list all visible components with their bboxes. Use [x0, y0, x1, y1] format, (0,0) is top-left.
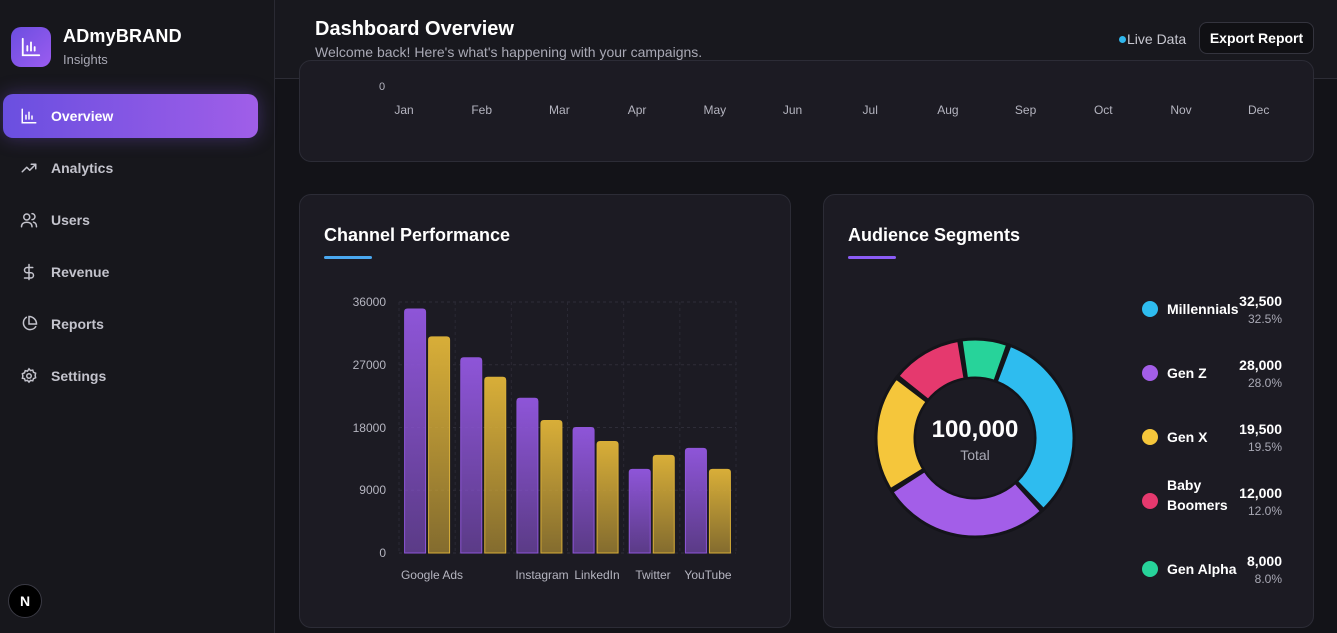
users-icon: [19, 210, 39, 230]
y-tick-label: 27000: [352, 357, 386, 372]
legend-item-baby-boomers[interactable]: Baby Boomers 12,000 12.0%: [1142, 477, 1282, 521]
legend-value: 28,000: [1239, 357, 1282, 373]
bar-instagram-series-2[interactable]: [540, 420, 563, 554]
legend-dot-icon: [1142, 493, 1158, 509]
month-tick-label: Feb: [471, 103, 493, 117]
month-tick-label: Oct: [1093, 103, 1113, 117]
month-tick-label: Sep: [1014, 103, 1037, 117]
brand-subtitle: Insights: [63, 52, 108, 67]
sidebar-item-analytics[interactable]: Analytics: [3, 146, 258, 190]
x-tick-label: Google Ads: [400, 568, 464, 582]
legend-dot-icon: [1142, 301, 1158, 317]
bar-twitter-series-2[interactable]: [652, 454, 675, 554]
gear-icon: [19, 366, 39, 386]
legend-percent: 12.0%: [1247, 504, 1282, 518]
month-tick-label: Mar: [549, 103, 570, 117]
legend-name: Gen Alpha: [1167, 561, 1237, 577]
page-subtitle: Welcome back! Here's what's happening wi…: [315, 44, 703, 60]
sidebar-item-users[interactable]: Users: [3, 198, 258, 242]
channel-bar-chart: [398, 301, 737, 554]
bar-facebook-series-1[interactable]: [460, 357, 483, 554]
next-badge[interactable]: N: [8, 584, 42, 618]
legend-name: Baby Boomers: [1167, 477, 1228, 513]
y-tick-label: 0: [379, 546, 386, 560]
trending-up-icon: [19, 158, 39, 178]
y-tick-label: 0: [379, 81, 386, 93]
legend-percent: 32.5%: [1247, 312, 1282, 326]
legend-percent: 8.0%: [1254, 572, 1282, 586]
legend-name: Gen Z: [1167, 365, 1207, 381]
bar-youtube-series-1[interactable]: [684, 447, 707, 554]
legend-value: 32,500: [1239, 293, 1282, 309]
sidebar-item-reports[interactable]: Reports: [3, 302, 258, 346]
month-tick-label: Apr: [627, 103, 647, 117]
bar-linkedin-series-1[interactable]: [572, 427, 595, 554]
title-underline: [848, 256, 896, 259]
legend-item-gen-alpha[interactable]: Gen Alpha 8,000 8.0%: [1142, 549, 1282, 589]
legend-item-gen-z[interactable]: Gen Z 28,000 28.0%: [1142, 353, 1282, 393]
bar-linkedin-series-2[interactable]: [596, 440, 619, 554]
legend-dot-icon: [1142, 365, 1158, 381]
donut-total-value: 100,000: [931, 416, 1019, 443]
month-tick-label: Dec: [1248, 103, 1270, 117]
bar-google-ads-series-1[interactable]: [404, 308, 427, 554]
sidebar: ADmyBRAND Insights Overview Analytics Us…: [0, 0, 275, 633]
sidebar-item-label: Overview: [51, 108, 114, 124]
card-title: Audience Segments: [848, 225, 1021, 245]
bar-chart-icon: [19, 106, 39, 126]
legend-value: 8,000: [1246, 553, 1282, 569]
bar-facebook-series-2[interactable]: [484, 376, 507, 554]
live-dot-icon: [1119, 35, 1126, 43]
sidebar-nav: Overview Analytics Users Revenue Reports: [3, 94, 258, 406]
sidebar-item-label: Users: [51, 212, 90, 228]
sidebar-item-overview[interactable]: Overview: [3, 94, 258, 138]
legend-item-gen-x[interactable]: Gen X 19,500 19.5%: [1142, 417, 1282, 457]
sidebar-item-settings[interactable]: Settings: [3, 354, 258, 398]
donut-total-label: Total: [960, 447, 990, 463]
dollar-icon: [19, 262, 39, 282]
export-report-button[interactable]: Export Report: [1199, 22, 1314, 54]
live-data-indicator: Live Data: [1119, 31, 1186, 47]
legend-name: Millennials: [1167, 301, 1239, 317]
legend-dot-icon: [1142, 429, 1158, 445]
brand-logo-icon: [11, 26, 51, 67]
sidebar-item-revenue[interactable]: Revenue: [3, 250, 258, 294]
month-tick-label: May: [703, 103, 727, 117]
bar-youtube-series-2[interactable]: [708, 468, 731, 554]
month-tick-label: Jan: [394, 103, 414, 117]
page-title: Dashboard Overview: [315, 18, 514, 40]
legend-value: 19,500: [1239, 421, 1282, 437]
sidebar-item-label: Analytics: [51, 160, 114, 176]
legend-item-millennials[interactable]: Millennials 32,500 32.5%: [1142, 289, 1282, 329]
y-tick-label: 36000: [352, 295, 386, 309]
pie-chart-icon: [19, 314, 39, 334]
sidebar-item-label: Revenue: [51, 264, 110, 280]
bar-instagram-series-1[interactable]: [516, 397, 539, 554]
legend-dot-icon: [1142, 561, 1158, 577]
x-tick-label: YouTube: [684, 568, 732, 582]
y-tick-label: 18000: [352, 420, 386, 435]
month-tick-label: Aug: [937, 103, 959, 117]
legend-percent: 19.5%: [1247, 440, 1282, 454]
month-tick-label: Jul: [862, 103, 878, 117]
bar-twitter-series-1[interactable]: [628, 468, 651, 554]
legend-value: 12,000: [1239, 485, 1282, 501]
sidebar-item-label: Reports: [51, 316, 104, 332]
sidebar-item-label: Settings: [51, 368, 107, 384]
live-data-label: Live Data: [1127, 31, 1187, 47]
brand[interactable]: ADmyBRAND Insights: [11, 26, 182, 67]
legend-percent: 28.0%: [1247, 376, 1282, 390]
y-tick-label: 9000: [359, 483, 386, 498]
bar-google-ads-series-2[interactable]: [428, 336, 451, 554]
month-tick-label: Jun: [782, 103, 803, 117]
brand-name: ADmyBRAND: [63, 26, 182, 46]
month-tick-label: Nov: [1170, 103, 1192, 117]
legend-name: Gen X: [1167, 429, 1208, 445]
